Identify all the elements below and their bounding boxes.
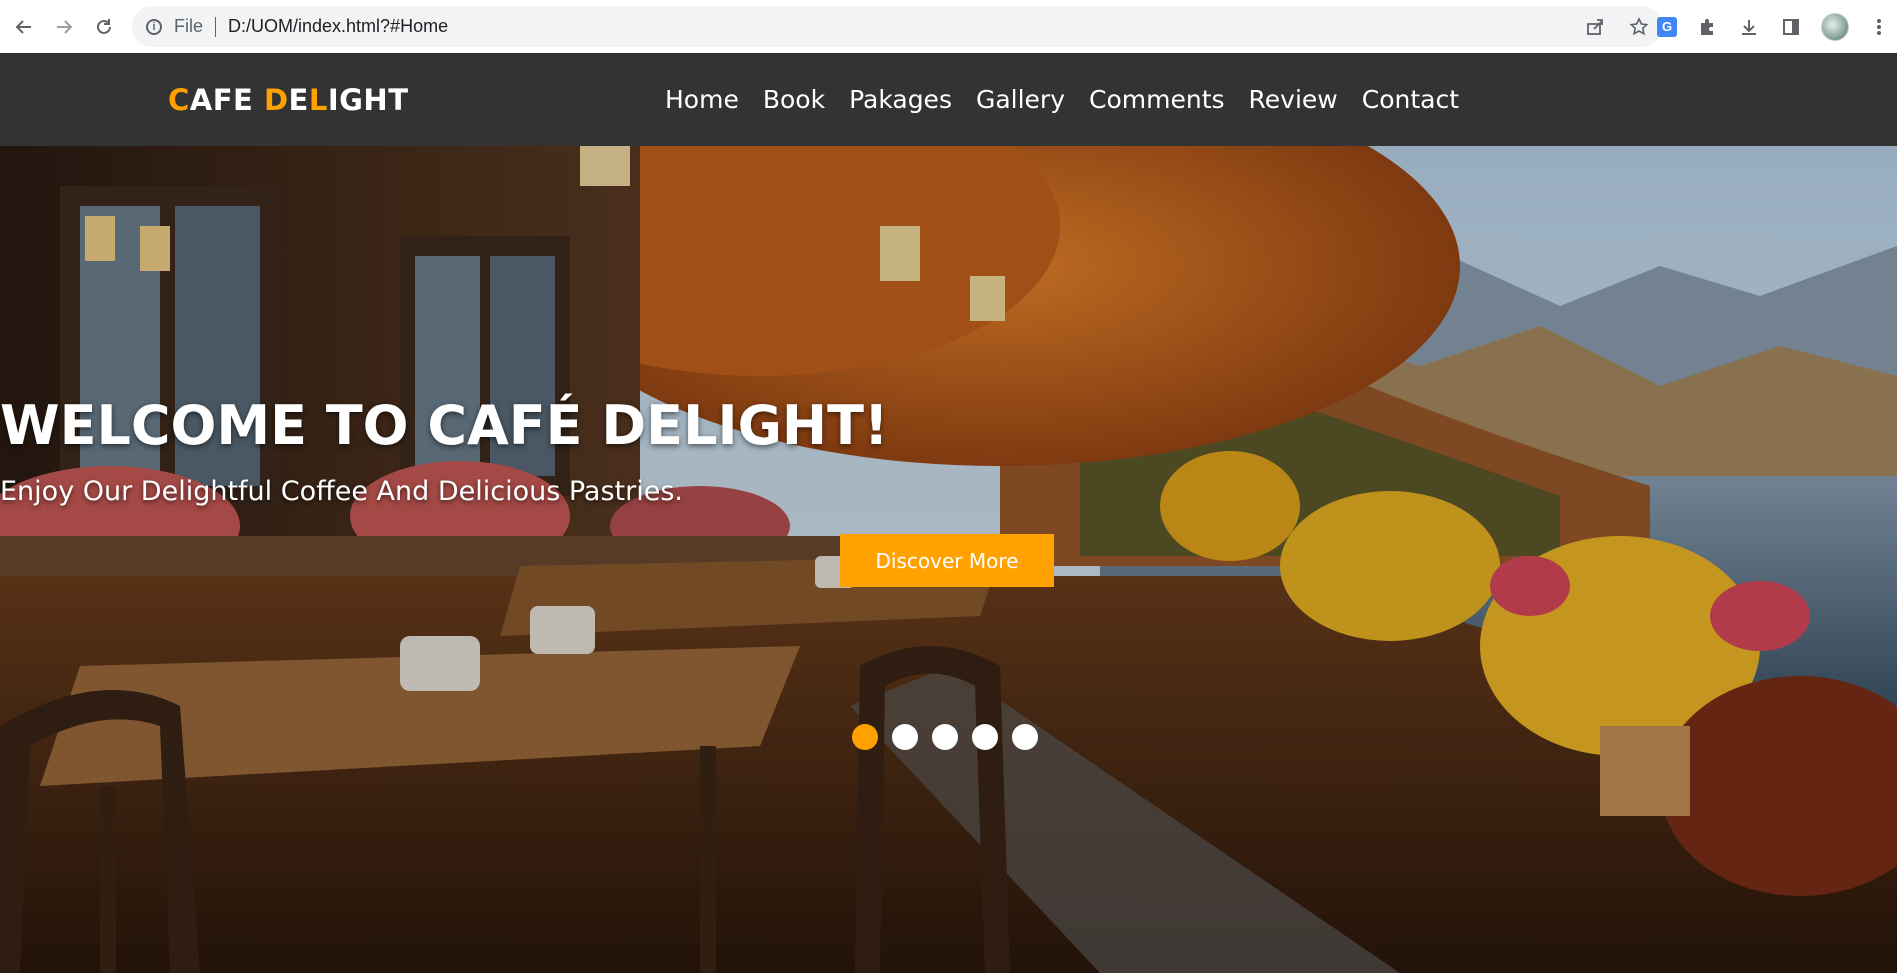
forward-arrow-icon[interactable] — [44, 7, 84, 47]
extensions-icon[interactable] — [1695, 15, 1719, 39]
download-icon[interactable] — [1737, 15, 1761, 39]
hero-subtitle: Enjoy Our Delightful Coffee And Deliciou… — [0, 476, 683, 507]
star-icon[interactable] — [1628, 16, 1650, 38]
slider-dot-2[interactable] — [892, 724, 918, 750]
nav-book[interactable]: Book — [763, 85, 825, 114]
hero-section: WELCOME TO CAFÉ DELIGHT! Enjoy Our Delig… — [0, 146, 1897, 973]
nav-home[interactable]: Home — [665, 85, 739, 114]
slider-dots — [852, 724, 1038, 750]
nav-comments[interactable]: Comments — [1089, 85, 1225, 114]
slider-dot-4[interactable] — [972, 724, 998, 750]
info-icon[interactable]: i — [146, 18, 162, 35]
url-scheme: File — [174, 16, 204, 36]
url-text[interactable]: D:/UOM/index.html?#Home — [228, 16, 448, 37]
logo-text-ight: IGHT — [327, 83, 409, 117]
reload-icon[interactable] — [84, 7, 124, 47]
hero-title: WELCOME TO CAFÉ DELIGHT! — [0, 394, 889, 457]
main-nav: Home Book Pakages Gallery Comments Revie… — [665, 53, 1459, 146]
nav-packages[interactable]: Pakages — [849, 85, 952, 114]
nav-contact[interactable]: Contact — [1362, 85, 1459, 114]
slider-dot-1[interactable] — [852, 724, 878, 750]
browser-toolbar: i File D:/UOM/index.html?#Home G — [0, 0, 1897, 53]
avatar[interactable] — [1821, 12, 1849, 41]
site-logo[interactable]: CAFE DELIGHT — [168, 83, 409, 117]
url-separator — [215, 16, 217, 37]
slider-dot-3[interactable] — [932, 724, 958, 750]
slider-dot-5[interactable] — [1012, 724, 1038, 750]
share-icon[interactable] — [1584, 16, 1606, 38]
logo-initial-d: D — [263, 83, 289, 117]
address-bar[interactable]: i File D:/UOM/index.html?#Home — [132, 6, 1662, 47]
nav-review[interactable]: Review — [1249, 85, 1338, 114]
discover-more-button[interactable]: Discover More — [840, 534, 1054, 587]
logo-text-l: L — [308, 83, 328, 117]
sidepanel-icon[interactable] — [1779, 15, 1803, 39]
translate-icon[interactable]: G — [1657, 16, 1677, 37]
site-header: CAFE DELIGHT Home Book Pakages Gallery C… — [0, 53, 1897, 146]
back-arrow-icon[interactable] — [4, 7, 44, 47]
logo-text-a: AFE — [189, 83, 264, 117]
nav-gallery[interactable]: Gallery — [976, 85, 1065, 114]
logo-initial-c: C — [168, 83, 190, 117]
menu-icon[interactable] — [1867, 15, 1891, 39]
logo-text-e: E — [288, 83, 309, 117]
